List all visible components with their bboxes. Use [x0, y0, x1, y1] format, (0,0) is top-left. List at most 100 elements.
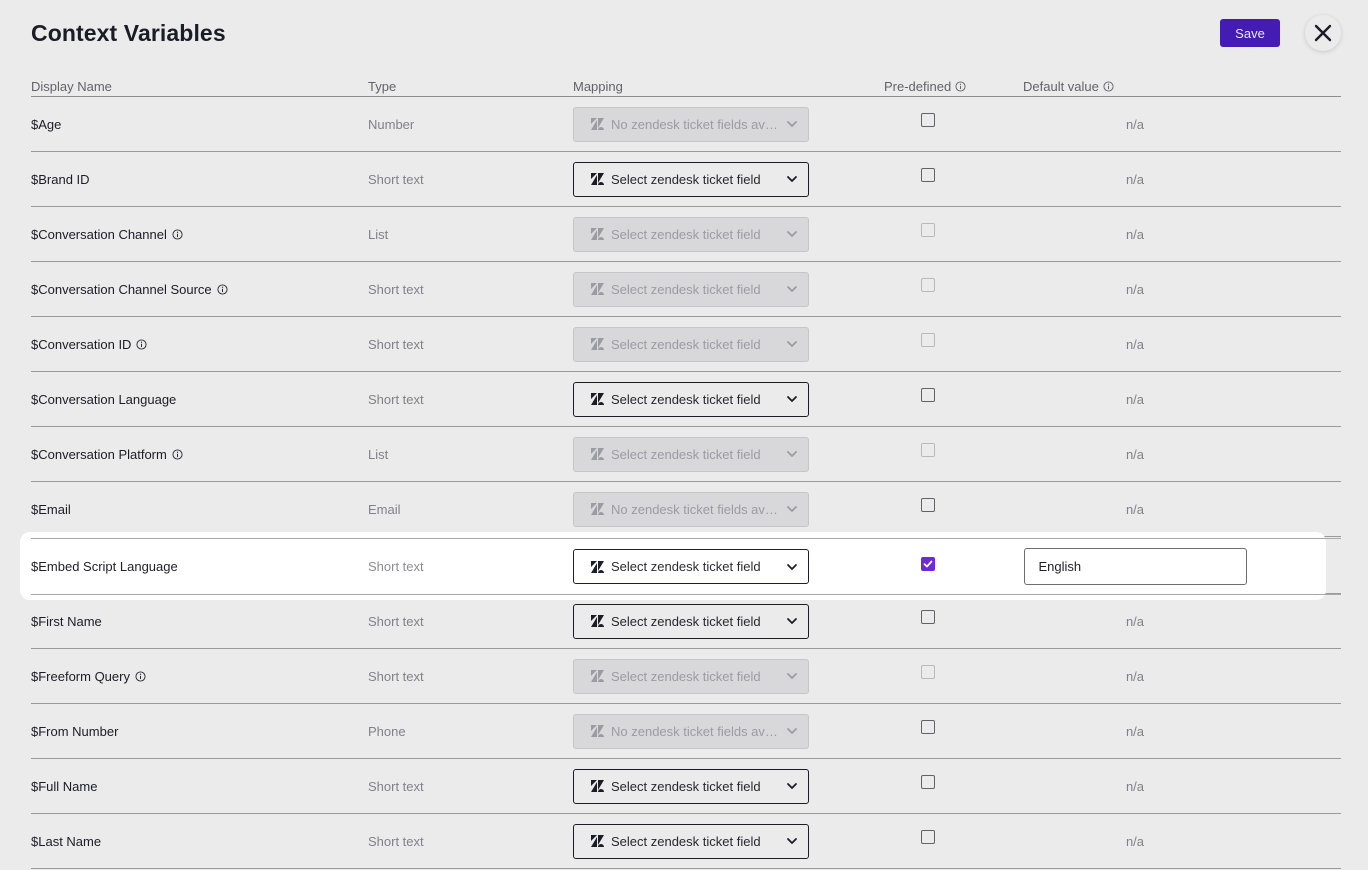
- default-value-text: n/a: [1125, 281, 1145, 297]
- variable-type: Short text: [368, 171, 424, 187]
- predefined-checkbox[interactable]: [921, 610, 935, 624]
- mapping-cell: Select zendesk ticket field: [573, 427, 809, 481]
- mapping-cell: Select zendesk ticket field: [573, 207, 809, 261]
- predefined-checkbox[interactable]: [921, 113, 935, 127]
- variable-name: $Conversation Channel Source: [31, 281, 212, 297]
- predefined-cell: [921, 704, 935, 758]
- predefined-checkbox[interactable]: [921, 388, 935, 402]
- mapping-cell: Select zendesk ticket field: [573, 152, 809, 206]
- mapping-cell: Select zendesk ticket field: [573, 594, 809, 648]
- select-value: Select zendesk ticket field: [611, 391, 761, 407]
- variable-type-cell: Short text: [368, 814, 424, 868]
- default-value-cell: n/a: [1023, 482, 1247, 536]
- chevron-down-icon: [787, 231, 797, 237]
- chevron-down-icon: [787, 286, 797, 292]
- predefined-cell: [921, 207, 935, 261]
- mapping-cell: No zendesk ticket fields ava...: [573, 704, 809, 758]
- table-row: $Conversation Channel Source Short text Se…: [31, 262, 1341, 317]
- zendesk-logo-icon: [591, 725, 604, 737]
- info-icon[interactable]: [217, 283, 228, 295]
- table-row: $Age Number No zendesk ticket fields ava..…: [31, 97, 1341, 152]
- zendesk-field-select[interactable]: Select zendesk ticket field: [573, 161, 809, 197]
- default-value-input[interactable]: [1023, 548, 1247, 585]
- variable-name: $Freeform Query: [31, 668, 130, 684]
- info-icon[interactable]: [172, 448, 183, 460]
- predefined-cell: [921, 372, 935, 426]
- table-row: $Conversation Channel List Select zendesk …: [31, 207, 1341, 262]
- variable-type-cell: Short text: [368, 317, 424, 371]
- variable-name-cell: $From Number: [31, 704, 118, 758]
- default-value-cell: n/a: [1023, 372, 1247, 426]
- mapping-cell: Select zendesk ticket field: [573, 539, 809, 594]
- column-header-predefined: Pre-defined: [884, 79, 966, 94]
- default-value-text: n/a: [1125, 116, 1145, 132]
- info-icon[interactable]: [135, 670, 146, 682]
- mapping-cell: Select zendesk ticket field: [573, 649, 809, 703]
- variable-type: Number: [368, 116, 415, 132]
- variable-type-cell: Short text: [368, 649, 424, 703]
- mapping-cell: Select zendesk ticket field: [573, 317, 809, 371]
- variable-name-cell: $Conversation ID: [31, 317, 147, 371]
- variable-type: Short text: [368, 559, 424, 574]
- predefined-checkbox[interactable]: [921, 556, 935, 571]
- select-value: Select zendesk ticket field: [611, 559, 761, 574]
- variable-type: Email: [368, 501, 401, 517]
- info-icon[interactable]: [1103, 81, 1114, 92]
- select-value: Select zendesk ticket field: [611, 281, 761, 297]
- predefined-checkbox: [921, 223, 935, 237]
- default-value-cell: n/a: [1023, 317, 1247, 371]
- select-value: Select zendesk ticket field: [611, 613, 761, 629]
- variable-type-cell: Short text: [368, 372, 424, 426]
- table-row: $Full Name Short text Select zendesk ticke…: [31, 759, 1341, 814]
- default-value-text: n/a: [1125, 446, 1145, 462]
- chevron-down-icon: [787, 563, 797, 570]
- variable-name: $Brand ID: [31, 171, 90, 187]
- zendesk-field-select: Select zendesk ticket field: [573, 436, 809, 472]
- save-button[interactable]: Save: [1220, 19, 1280, 47]
- variable-type-cell: Short text: [368, 262, 424, 316]
- predefined-cell: [921, 649, 935, 703]
- predefined-checkbox[interactable]: [921, 775, 935, 789]
- zendesk-logo-icon: [591, 503, 604, 515]
- zendesk-field-select[interactable]: Select zendesk ticket field: [573, 823, 809, 859]
- zendesk-logo-icon: [591, 835, 604, 847]
- predefined-checkbox: [921, 278, 935, 292]
- chevron-down-icon: [787, 396, 797, 402]
- table-row: $Conversation Language Short text Select z…: [31, 372, 1341, 427]
- select-value: Select zendesk ticket field: [611, 226, 761, 242]
- predefined-checkbox[interactable]: [921, 498, 935, 512]
- zendesk-logo-icon: [591, 448, 604, 460]
- variable-name: $Age: [31, 116, 62, 132]
- column-header-display-name: Display Name: [31, 79, 112, 94]
- variable-type-cell: Short text: [368, 759, 424, 813]
- predefined-checkbox: [921, 443, 935, 457]
- variable-name-cell: $Conversation Language: [31, 372, 176, 426]
- default-value-text: n/a: [1125, 501, 1145, 517]
- variable-type: Short text: [368, 336, 424, 352]
- select-value: Select zendesk ticket field: [611, 336, 761, 352]
- close-button[interactable]: [1305, 15, 1341, 51]
- info-icon[interactable]: [955, 81, 966, 92]
- zendesk-field-select[interactable]: Select zendesk ticket field: [573, 768, 809, 804]
- zendesk-field-select[interactable]: Select zendesk ticket field: [573, 603, 809, 639]
- highlighted-row: $Embed Script Language Short text Select z…: [31, 538, 1341, 595]
- zendesk-field-select: Select zendesk ticket field: [573, 271, 809, 307]
- mapping-cell: Select zendesk ticket field: [573, 262, 809, 316]
- default-value-text: n/a: [1125, 833, 1145, 849]
- table-row: $First Name Short text Select zendesk tick…: [31, 594, 1341, 649]
- predefined-checkbox[interactable]: [921, 168, 935, 182]
- info-icon[interactable]: [172, 228, 183, 240]
- zendesk-logo-icon: [591, 560, 604, 573]
- variable-name-cell: $Conversation Channel: [31, 207, 183, 261]
- variable-name-cell: $First Name: [31, 594, 102, 648]
- predefined-checkbox[interactable]: [921, 830, 935, 844]
- mapping-cell: No zendesk ticket fields ava...: [573, 482, 809, 536]
- zendesk-field-select[interactable]: Select zendesk ticket field: [573, 381, 809, 417]
- predefined-checkbox: [921, 333, 935, 347]
- zendesk-field-select[interactable]: Select zendesk ticket field: [573, 549, 809, 584]
- info-icon[interactable]: [136, 338, 147, 350]
- mapping-cell: No zendesk ticket fields ava...: [573, 97, 809, 151]
- predefined-checkbox[interactable]: [921, 720, 935, 734]
- default-value-text: n/a: [1125, 613, 1145, 629]
- default-value-cell: n/a: [1023, 152, 1247, 206]
